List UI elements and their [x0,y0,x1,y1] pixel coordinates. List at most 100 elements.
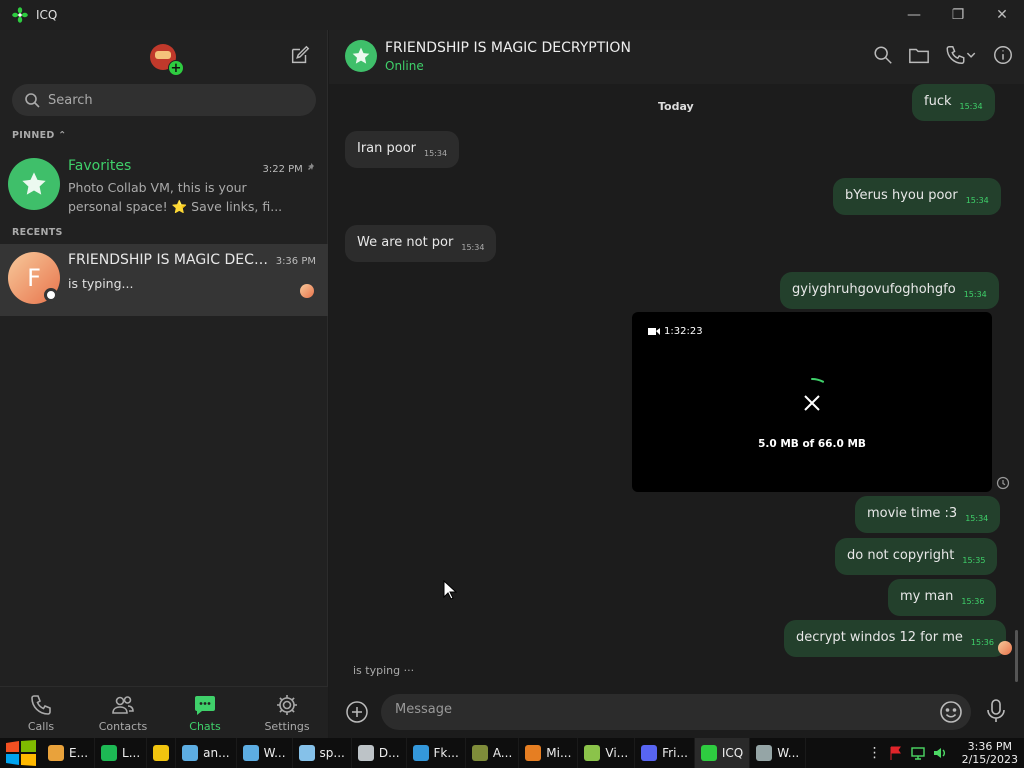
taskbar-app-label: D... [378,746,400,760]
message-text: do not copyright [847,548,955,563]
pin-icon [308,163,314,170]
message-input[interactable] [395,702,915,717]
message-bubble-out[interactable]: my man 15:36 [888,579,997,616]
profile-avatar[interactable]: + [150,44,184,76]
search-input[interactable] [48,92,298,108]
chat-pane: FRIENDSHIP IS MAGIC DECRYPTION Online To… [329,30,1024,738]
minimize-button[interactable]: — [892,0,936,30]
taskbar-app-label: ICQ [721,746,744,760]
avatar-face [155,51,171,59]
taskbar-app[interactable]: D... [352,738,407,768]
taskbar-app[interactable]: W... [750,738,807,768]
taskbar-app-label: L... [122,746,141,760]
taskbar-app[interactable]: Vi... [578,738,636,768]
message-bubble-out[interactable]: do not copyright 15:35 [835,538,998,575]
taskbar-app[interactable]: A... [466,738,520,768]
typing-indicator: is typing ··· [353,664,415,677]
message-box[interactable] [381,694,971,730]
volume-icon[interactable] [932,745,948,761]
taskbar-clock[interactable]: 3:36 PM 2/15/2023 [962,740,1018,766]
message-bubble-out[interactable]: movie time :3 15:34 [855,496,1001,533]
message-bubble-in[interactable]: Iran poor 15:34 [345,131,460,168]
message-bubble-in[interactable]: We are not por 15:34 [345,225,497,262]
add-status-icon[interactable]: + [168,60,184,76]
mouse-cursor-icon [443,580,457,600]
message-bubble-out[interactable]: gyiyghruhgovufoghohgfo 15:34 [780,272,999,309]
close-button[interactable]: ✕ [980,0,1024,30]
search-icon [25,93,40,108]
search-box[interactable] [12,84,316,116]
message-text: Iran poor [357,141,417,156]
taskbar-app[interactable]: Fri... [635,738,695,768]
phone-icon [31,694,51,715]
taskbar-app[interactable]: sp... [293,738,352,768]
compose-icon[interactable] [289,44,311,66]
folder-icon[interactable] [908,44,930,66]
taskbar-app[interactable]: an... [176,738,237,768]
nav-calls[interactable]: Calls [0,687,82,738]
clock-time: 3:36 PM [967,740,1012,753]
nav-settings[interactable]: Settings [246,687,328,738]
contacts-icon [112,695,134,714]
chat-header-title[interactable]: FRIENDSHIP IS MAGIC DECRYPTION [385,40,631,56]
message-time: 15:34 [424,149,448,158]
message-time: 15:36 [961,597,985,606]
chat-header: FRIENDSHIP IS MAGIC DECRYPTION Online [329,30,1024,84]
chat-scrollbar[interactable] [1015,630,1018,682]
info-icon[interactable] [992,44,1014,66]
nav-chats[interactable]: Chats [164,687,246,738]
message-time: 15:34 [963,290,987,299]
restore-button[interactable]: ❐ [936,0,980,30]
chat-item-favorites[interactable]: Favorites 3:22 PM Photo Collab VM, this … [0,150,328,222]
tray-overflow-icon[interactable]: ⋮ [868,745,882,761]
chat-preview: Photo Collab VM, this is your personal s… [68,180,283,214]
taskbar-app[interactable]: Fk... [407,738,466,768]
gear-icon [277,694,297,715]
chat-header-actions [872,44,1014,66]
nav-contacts[interactable]: Contacts [82,687,164,738]
icq-logo-icon [12,7,28,23]
message-bubble-out[interactable]: fuck 15:34 [912,84,995,121]
flag-icon[interactable] [888,745,904,761]
windows-logo-icon [6,740,36,766]
taskbar-app[interactable]: E... [42,738,96,768]
microphone-icon[interactable] [985,698,1007,724]
taskbar-app-label: E... [69,746,89,760]
app-icon [153,745,170,761]
chat-name: FRIENDSHIP IS MAGIC DECRYPTION [68,252,274,268]
taskbar-app[interactable] [147,738,177,768]
chat-header-avatar[interactable] [345,40,377,72]
message-bubble-out[interactable]: bYerus hyou poor 15:34 [833,178,1001,215]
search-icon[interactable] [872,44,894,66]
video-attachment[interactable]: 1:32:23 5.0 MB of 66.0 MB [632,312,992,492]
taskbar-app-label: Fri... [662,746,688,760]
taskbar-app-label: an... [203,746,230,760]
message-text: bYerus hyou poor [845,188,958,203]
video-duration: 1:32:23 [648,326,703,337]
network-icon[interactable] [910,745,926,761]
star-icon [22,172,46,195]
call-dropdown-icon[interactable] [944,44,978,66]
taskbar-app[interactable]: ICQ [694,738,751,768]
taskbar-app[interactable]: W... [237,738,293,768]
app-icon [48,745,64,761]
taskbar-app[interactable]: Mi... [519,738,579,768]
download-progress-ring [787,378,837,428]
friendship-avatar: F [8,252,60,304]
recents-section-label: RECENTS [12,227,63,238]
message-bubble-out[interactable]: decrypt windos 12 for me 15:36 [784,620,1006,657]
app-icon [756,745,773,761]
chat-item-friendship[interactable]: F FRIENDSHIP IS MAGIC DECRYPTION 3:36 PM… [0,244,328,316]
pinned-section-label[interactable]: PINNED ⌃ [12,130,66,141]
message-time: 15:35 [962,556,986,565]
attach-plus-icon[interactable] [345,700,369,724]
emoji-icon[interactable] [939,700,963,724]
bottom-nav: Calls Contacts Chats Settings [0,686,328,738]
app-icon [525,745,542,761]
taskbar-apps: E... L... an... W... sp... D... Fk... A... Mi...… [42,738,807,768]
title-bar: ICQ — ❐ ✕ [0,0,1024,30]
video-camera-icon [648,328,660,335]
taskbar-app[interactable]: L... [95,738,148,768]
start-button[interactable] [0,738,42,768]
message-composer [329,686,1024,738]
